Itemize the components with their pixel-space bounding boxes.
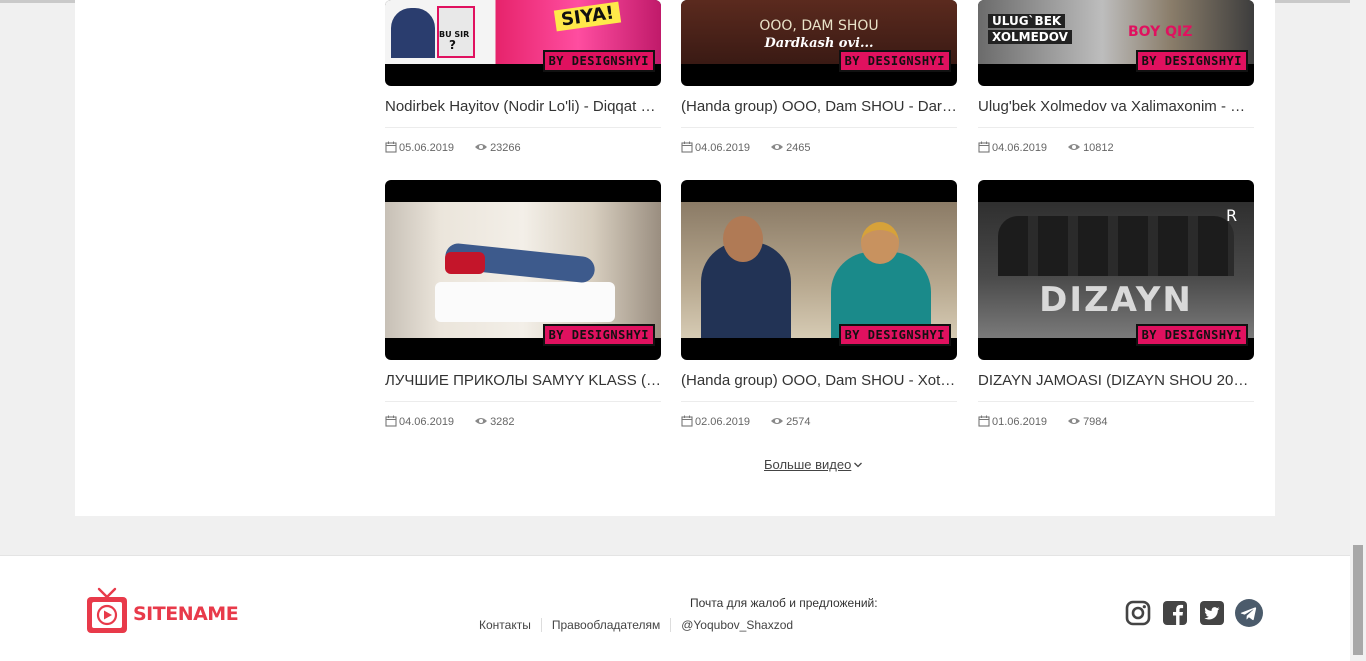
thumb-overlay-text: SIYA! [553, 1, 622, 32]
video-thumbnail[interactable]: BU SIR ? SIYA! BY DESIGNSHYI [385, 0, 661, 86]
video-thumbnail[interactable]: DIZAYN R BY DESIGNSHYI [978, 180, 1254, 360]
video-meta: 04.06.2019 10812 [978, 141, 1254, 155]
watermark-badge: BY DESIGNSHYI [542, 50, 655, 72]
video-title[interactable]: DIZAYN JAMOASI (DIZAYN SHOU 2019) [978, 370, 1254, 392]
chevron-down-icon [853, 461, 863, 469]
thumb-overlay-text: ULUG`BEK [988, 14, 1066, 28]
video-thumbnail[interactable]: BY DESIGNSHYI [385, 180, 661, 360]
calendar-icon [978, 415, 990, 430]
video-card[interactable]: DIZAYN R BY DESIGNSHYI DIZAYN JAMOASI (D… [978, 180, 1254, 429]
video-card[interactable]: BU SIR ? SIYA! BY DESIGNSHYI Nodirbek Ha… [385, 0, 661, 155]
video-thumbnail[interactable]: ULUG`BEK XOLMEDOV BOY QIZ BY DESIGNSHYI [978, 0, 1254, 86]
thumb-overlay-text: BOY QIZ [1128, 24, 1193, 40]
page-scrollbar[interactable] [1350, 0, 1366, 661]
video-card[interactable]: OOO, DAM SHOU Dardkash ovi... BY DESIGNS… [681, 0, 957, 155]
video-views: 2465 [786, 142, 811, 154]
video-date: 04.06.2019 [992, 142, 1048, 154]
divider [385, 127, 661, 128]
calendar-icon [978, 141, 990, 156]
calendar-icon [385, 141, 397, 156]
video-views: 10812 [1083, 142, 1114, 154]
video-meta: 01.06.2019 7984 [978, 415, 1254, 429]
calendar-icon [681, 141, 693, 156]
video-title[interactable]: (Handa group) OOO, Dam SHOU - Xotin va q… [681, 370, 957, 392]
thumb-overlay-text: Dardkash ovi... [764, 36, 874, 51]
content-panel: BU SIR ? SIYA! BY DESIGNSHYI Nodirbek Ha… [75, 0, 1275, 516]
watermark-badge: BY DESIGNSHYI [1135, 50, 1248, 72]
footer-link-copyright[interactable]: Правообладателям [540, 618, 670, 632]
watermark-badge: BY DESIGNSHYI [1135, 324, 1248, 346]
video-title[interactable]: ЛУЧШИЕ ПРИКОЛЫ SAMYY KLASS (2019) [385, 370, 661, 392]
video-card[interactable]: BY DESIGNSHYI (Handa group) OOO, Dam SHO… [681, 180, 957, 429]
thumb-overlay-text: DIZAYN [1039, 280, 1193, 320]
eye-icon [770, 142, 784, 155]
video-meta: 04.06.2019 3282 [385, 415, 661, 429]
video-title[interactable]: Ulug'bek Xolmedov va Xalimaxonim - Boy q… [978, 96, 1254, 118]
video-thumbnail[interactable]: OOO, DAM SHOU Dardkash ovi... BY DESIGNS… [681, 0, 957, 86]
social-links [1124, 599, 1263, 627]
eye-icon [1067, 416, 1081, 429]
instagram-icon[interactable] [1124, 599, 1152, 627]
telegram-icon[interactable] [1235, 599, 1263, 627]
calendar-icon [681, 415, 693, 430]
video-title[interactable]: Nodirbek Hayitov (Nodir Lo'li) - Diqqat … [385, 96, 661, 118]
video-views: 3282 [490, 416, 515, 428]
video-date: 04.06.2019 [695, 142, 751, 154]
calendar-icon [385, 415, 397, 430]
video-date: 04.06.2019 [399, 416, 455, 428]
video-meta: 04.06.2019 2465 [681, 141, 957, 155]
video-views: 2574 [786, 416, 811, 428]
logo-text: SITENAME [133, 602, 239, 625]
video-views: 23266 [490, 142, 521, 154]
footer-links: Контакты Правообладателям @Yoqubov_Shaxz… [479, 618, 803, 632]
video-row: BY DESIGNSHYI ЛУЧШИЕ ПРИКОЛЫ SAMYY KLASS… [385, 180, 1254, 428]
watermark-badge: BY DESIGNSHYI [838, 324, 951, 346]
video-row: BU SIR ? SIYA! BY DESIGNSHYI Nodirbek Ha… [385, 0, 1254, 160]
eye-icon [770, 416, 784, 429]
eye-icon [1067, 142, 1081, 155]
video-thumbnail[interactable]: BY DESIGNSHYI [681, 180, 957, 360]
video-meta: 02.06.2019 2574 [681, 415, 957, 429]
video-card[interactable]: BY DESIGNSHYI ЛУЧШИЕ ПРИКОЛЫ SAMYY KLASS… [385, 180, 661, 429]
tv-play-icon [85, 587, 129, 640]
thumb-overlay-text: ? [449, 38, 456, 52]
watermark-badge: BY DESIGNSHYI [542, 324, 655, 346]
facebook-icon[interactable] [1161, 599, 1189, 627]
thumb-overlay-text: R [1226, 206, 1238, 225]
video-views: 7984 [1083, 416, 1108, 428]
footer-link-contact-handle[interactable]: @Yoqubov_Shaxzod [670, 618, 803, 632]
twitter-icon[interactable] [1198, 599, 1226, 627]
site-logo[interactable]: SITENAME [85, 587, 239, 640]
divider [681, 127, 957, 128]
eye-icon [474, 142, 488, 155]
video-date: 01.06.2019 [992, 416, 1048, 428]
divider [978, 127, 1254, 128]
video-card[interactable]: ULUG`BEK XOLMEDOV BOY QIZ BY DESIGNSHYI … [978, 0, 1254, 155]
more-videos-button[interactable]: Больше видео [764, 457, 863, 472]
video-date: 02.06.2019 [695, 416, 751, 428]
thumb-overlay-text: OOO, DAM SHOU [759, 18, 879, 34]
eye-icon [474, 416, 488, 429]
more-videos-label: Больше видео [764, 457, 852, 472]
video-title[interactable]: (Handa group) OOO, Dam SHOU - Dardkash o… [681, 96, 957, 118]
footer-link-contacts[interactable]: Контакты [479, 618, 541, 632]
thumb-overlay-text: XOLMEDOV [988, 30, 1072, 44]
watermark-badge: BY DESIGNSHYI [838, 50, 951, 72]
video-date: 05.06.2019 [399, 142, 455, 154]
scrollbar-thumb[interactable] [1353, 545, 1363, 655]
divider [978, 401, 1254, 402]
complaints-label: Почта для жалоб и предложений: [690, 596, 878, 610]
divider [681, 401, 957, 402]
divider [385, 401, 661, 402]
footer: SITENAME Почта для жалоб и предложений: … [0, 555, 1350, 661]
video-meta: 05.06.2019 23266 [385, 141, 661, 155]
